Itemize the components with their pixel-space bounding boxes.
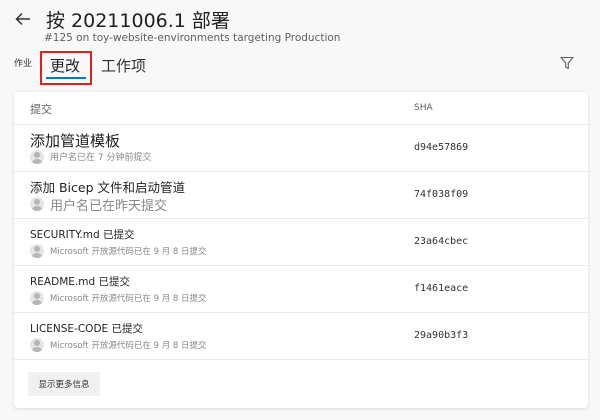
commit-sha: 23a64cbec (414, 236, 469, 247)
commit-message: 添加管道模板 (30, 132, 121, 150)
commit-message: 添加 Bicep 文件和启动管道 (30, 180, 185, 195)
table-header: 提交 SHA (14, 92, 588, 125)
table-row[interactable]: SECURITY.md 已提交 Microsoft 开放源代码已在 9 月 8 … (14, 219, 588, 266)
filter-icon[interactable] (559, 55, 575, 71)
commits-table: 提交 SHA 添加管道模板 用户名已在 7 分钟前提交 d94e57869 添加… (14, 92, 588, 408)
commit-meta: 用户名已在 7 分钟前提交 (50, 153, 152, 163)
commit-message: LICENSE-CODE 已提交 (30, 323, 144, 335)
avatar-icon (30, 338, 44, 352)
tab-work-items[interactable]: 工作项 (101, 55, 146, 76)
column-header-sha: SHA (414, 103, 433, 113)
table-row[interactable]: 添加 Bicep 文件和启动管道 用户名已在昨天提交 74f038f09 (14, 172, 588, 219)
page-header: 按 20211006.1 部署 #125 on toy-website-envi… (0, 0, 600, 50)
commit-meta: 用户名已在昨天提交 (50, 199, 168, 214)
commit-sha: d94e57869 (414, 142, 469, 153)
tab-changes[interactable]: 更改 (50, 55, 80, 76)
page-title: 按 20211006.1 部署 (46, 10, 230, 32)
avatar-icon (30, 150, 44, 164)
avatar-icon (30, 291, 44, 305)
commit-message: SECURITY.md 已提交 (30, 229, 135, 241)
avatar-icon (30, 197, 44, 211)
commit-meta: Microsoft 开放源代码已在 9 月 8 日提交 (50, 247, 207, 257)
table-row[interactable]: LICENSE-CODE 已提交 Microsoft 开放源代码已在 9 月 8… (14, 313, 588, 360)
page-subtitle: #125 on toy-website-environments targeti… (44, 32, 341, 44)
show-more-button[interactable]: 显示更多信息 (28, 372, 100, 396)
commit-meta: Microsoft 开放源代码已在 9 月 8 日提交 (50, 294, 207, 304)
commit-sha: f1461eace (414, 283, 469, 294)
table-row[interactable]: README.md 已提交 Microsoft 开放源代码已在 9 月 8 日提… (14, 266, 588, 313)
commit-sha: 29a90b3f3 (414, 330, 469, 341)
table-row[interactable]: 添加管道模板 用户名已在 7 分钟前提交 d94e57869 (14, 125, 588, 172)
commit-message: README.md 已提交 (30, 276, 130, 288)
back-arrow-icon[interactable] (14, 10, 32, 28)
avatar-icon (30, 244, 44, 258)
selected-tab-indicator (46, 77, 86, 79)
tab-group-label: 作业 (14, 59, 33, 69)
tab-bar: 作业 更改 工作项 (0, 50, 600, 85)
commit-meta: Microsoft 开放源代码已在 9 月 8 日提交 (50, 341, 207, 351)
column-header-commit: 提交 (30, 103, 52, 116)
commit-sha: 74f038f09 (414, 189, 469, 200)
